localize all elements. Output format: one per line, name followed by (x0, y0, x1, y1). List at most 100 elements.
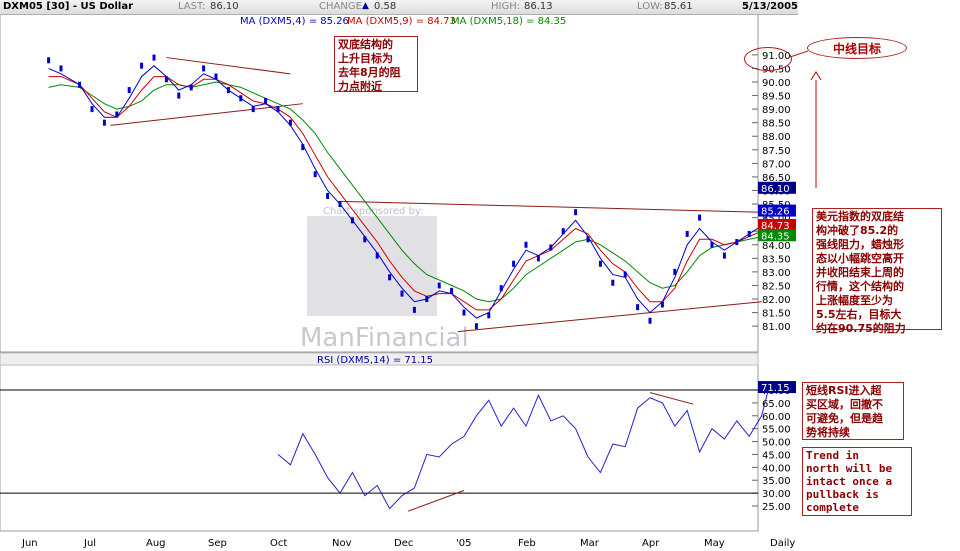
price-bar (388, 274, 392, 281)
last-price-badge: 86.10 (761, 184, 790, 195)
x-tick-label: Daily (770, 538, 795, 549)
rsi-title: RSI (DXM5,14) = 71.15 (317, 355, 433, 366)
rsi-overbought-note: 短线RSI进入超 买区域，回撤不 可避免，但是趋 势将持续 (802, 382, 904, 440)
rsi-tick-label: 35.00 (762, 476, 791, 487)
price-bar (226, 87, 230, 94)
ma-legend: MA (DXM5,4) = 85.26 MA (DXM5,9) = 84.73 … (240, 16, 566, 27)
price-bar (264, 97, 268, 104)
last-label: LAST: (178, 1, 206, 12)
x-tick-label: Feb (518, 538, 536, 549)
price-tick-label: 83.50 (762, 254, 791, 265)
rsi-last-badge: 71.15 (761, 383, 790, 394)
price-bar (574, 209, 578, 216)
price-bar (685, 230, 689, 237)
price-tick-label: 90.00 (762, 78, 791, 89)
watermark-sponsor-text: Chart sponsored by: (323, 206, 423, 217)
price-bar (164, 76, 168, 83)
price-bar (152, 54, 156, 61)
price-bar (636, 304, 640, 311)
x-tick-label: Nov (332, 538, 352, 549)
legend-ma4: MA (DXM5,4) = 85.26 (240, 16, 349, 27)
price-bar (214, 73, 218, 80)
price-bar (499, 285, 503, 292)
x-tick-label: Jun (21, 538, 38, 549)
price-bar (437, 282, 441, 289)
price-tick-label: 89.50 (762, 92, 791, 103)
price-bar (450, 287, 454, 294)
price-bar (462, 309, 466, 316)
rsi-tick-label: 40.00 (762, 463, 791, 474)
price-bar (586, 236, 590, 243)
price-bar (288, 119, 292, 126)
price-bar (90, 106, 94, 113)
price-bar (735, 239, 739, 246)
price-bar (561, 228, 565, 235)
price-bar (59, 65, 63, 72)
price-bar (747, 230, 751, 237)
price-bar (487, 312, 491, 319)
rsi-tick-label: 65.00 (762, 399, 791, 410)
price-tick-label: 84.00 (762, 241, 791, 252)
ma18-badge: 84.35 (761, 231, 790, 242)
price-tick-label: 87.50 (762, 146, 791, 157)
price-bar (251, 106, 255, 113)
price-tick-label: 81.50 (762, 309, 791, 320)
last-value: 86.10 (210, 1, 239, 12)
x-tick-label: Jul (83, 538, 96, 549)
price-bar (78, 81, 82, 88)
price-bar (412, 306, 416, 313)
change-value: 0.58 (374, 1, 397, 12)
legend-ma18: MA (DXM5,18) = 84.35 (451, 16, 566, 27)
price-badges: 86.1085.2684.7384.35 (758, 181, 796, 242)
price-bar (276, 106, 280, 113)
rsi-tick-label: 30.00 (762, 489, 791, 500)
price-bar (202, 65, 206, 72)
change-label: CHANGE (319, 1, 362, 12)
rsi-tick-label: 50.00 (762, 438, 791, 449)
trend-english-note: Trend in north will be intact once a pul… (802, 447, 912, 516)
double-bottom-target-note: 双底结构的 上升目标为 去年8月的阻 力点附近 (334, 36, 418, 93)
ma4-badge: 85.26 (761, 207, 790, 218)
price-tick-label: 82.00 (762, 295, 791, 306)
price-bar (338, 201, 342, 208)
watermark-brand-text: ManFinancial (300, 323, 469, 353)
price-tick-label: 83.00 (762, 268, 791, 279)
x-tick-label: Oct (270, 538, 287, 549)
x-tick-label: May (704, 538, 725, 549)
price-bar (375, 252, 379, 259)
price-bar (536, 255, 540, 262)
price-tick-label: 88.00 (762, 132, 791, 143)
price-bar (474, 323, 478, 330)
price-tick-label: 88.50 (762, 119, 791, 130)
price-bar (127, 87, 131, 94)
price-bar (189, 84, 193, 91)
price-tick-label: 81.00 (762, 322, 791, 333)
price-bar (313, 171, 317, 178)
price-bar (239, 95, 243, 102)
price-bar (47, 57, 51, 64)
price-bar (177, 92, 181, 99)
price-bar (425, 296, 429, 303)
price-bar (400, 290, 404, 297)
rsi-tick-label: 45.00 (762, 450, 791, 461)
mid-target-label: 中线目标 (807, 37, 907, 59)
dollar-index-note: 美元指数的双底结 构冲破了85.2的 强线阻力，蜡烛形 态以小幅跳空高开 并收阳… (812, 208, 942, 335)
chart-date: 5/13/2005 (742, 1, 799, 12)
low-label: LOW: (637, 1, 663, 12)
x-tick-label: Dec (394, 538, 413, 549)
price-bar (549, 244, 553, 251)
price-bar (722, 252, 726, 259)
rsi-tick-label: 25.00 (762, 502, 791, 513)
legend-ma9: MA (DXM5,9) = 84.73 (347, 16, 456, 27)
price-bar (710, 241, 714, 248)
price-bar (660, 301, 664, 308)
price-bar (648, 317, 652, 324)
price-bar (623, 271, 627, 278)
price-bar (140, 62, 144, 69)
change-arrow-icon: ▲ (362, 1, 369, 11)
price-bar (350, 217, 354, 224)
price-bar (673, 268, 677, 275)
x-tick-label: Mar (580, 538, 600, 549)
price-bar (326, 192, 330, 199)
price-bar (115, 111, 119, 118)
